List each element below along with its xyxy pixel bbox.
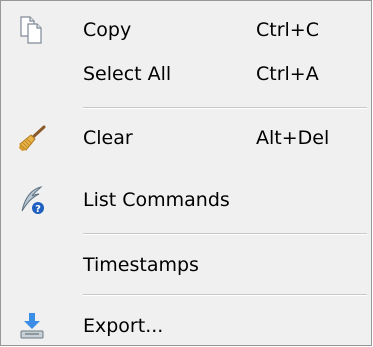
copy-icon bbox=[17, 15, 47, 45]
menu-item-label: Copy bbox=[83, 19, 132, 41]
menu-item-label: List Commands bbox=[83, 189, 230, 211]
menu-item-copy[interactable]: Copy Ctrl+C bbox=[1, 9, 371, 51]
menu-item-clear[interactable]: Clear Alt+Del bbox=[1, 117, 371, 159]
menu-item-label: Export... bbox=[83, 315, 164, 337]
broom-icon bbox=[17, 123, 47, 153]
menu-item-select-all[interactable]: Select All Ctrl+A bbox=[1, 53, 371, 95]
menu-item-timestamps[interactable]: Timestamps bbox=[1, 244, 371, 286]
menu-item-shortcut: Alt+Del bbox=[256, 127, 330, 149]
menu-item-shortcut: Ctrl+C bbox=[256, 19, 319, 41]
menu-separator bbox=[83, 233, 367, 235]
menu-item-label: Timestamps bbox=[83, 254, 199, 276]
export-icon bbox=[17, 311, 47, 341]
menu-item-export[interactable]: Export... bbox=[1, 305, 371, 347]
menu-item-shortcut: Ctrl+A bbox=[256, 63, 319, 85]
context-menu: Copy Ctrl+C Select All Ctrl+A Clear Alt+… bbox=[0, 0, 372, 346]
menu-item-list-commands[interactable]: ? List Commands bbox=[1, 179, 371, 221]
menu-separator bbox=[83, 107, 367, 109]
menu-item-label: Clear bbox=[83, 127, 133, 149]
quill-help-icon: ? bbox=[17, 185, 47, 215]
svg-text:?: ? bbox=[35, 204, 41, 215]
menu-separator bbox=[83, 294, 367, 296]
menu-item-label: Select All bbox=[83, 63, 172, 85]
